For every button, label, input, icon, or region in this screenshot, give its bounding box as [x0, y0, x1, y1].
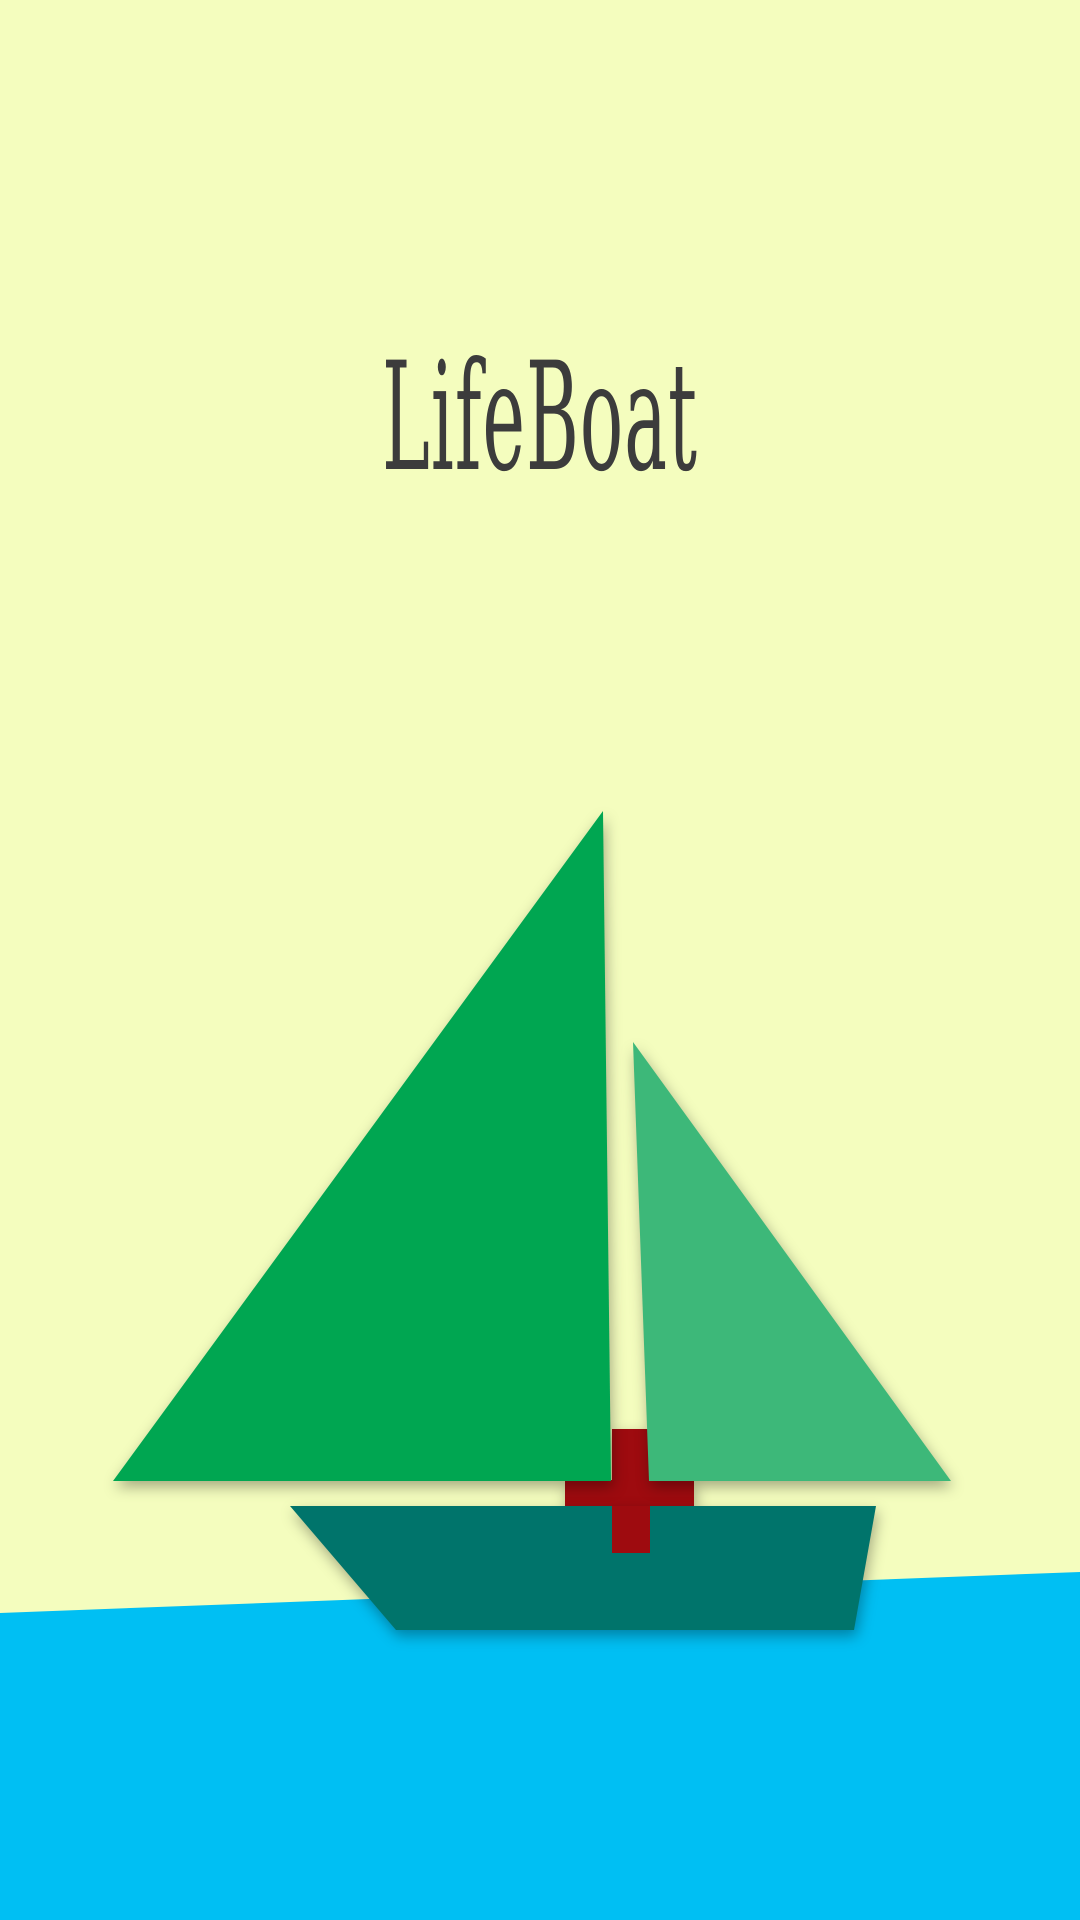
red-cross-front — [612, 1506, 650, 1553]
splash-screen: LifeBoat — [0, 0, 1080, 1920]
main-sail — [113, 811, 611, 1481]
jib-sail — [633, 1042, 951, 1481]
sailboat-logo-icon — [0, 811, 1080, 1920]
